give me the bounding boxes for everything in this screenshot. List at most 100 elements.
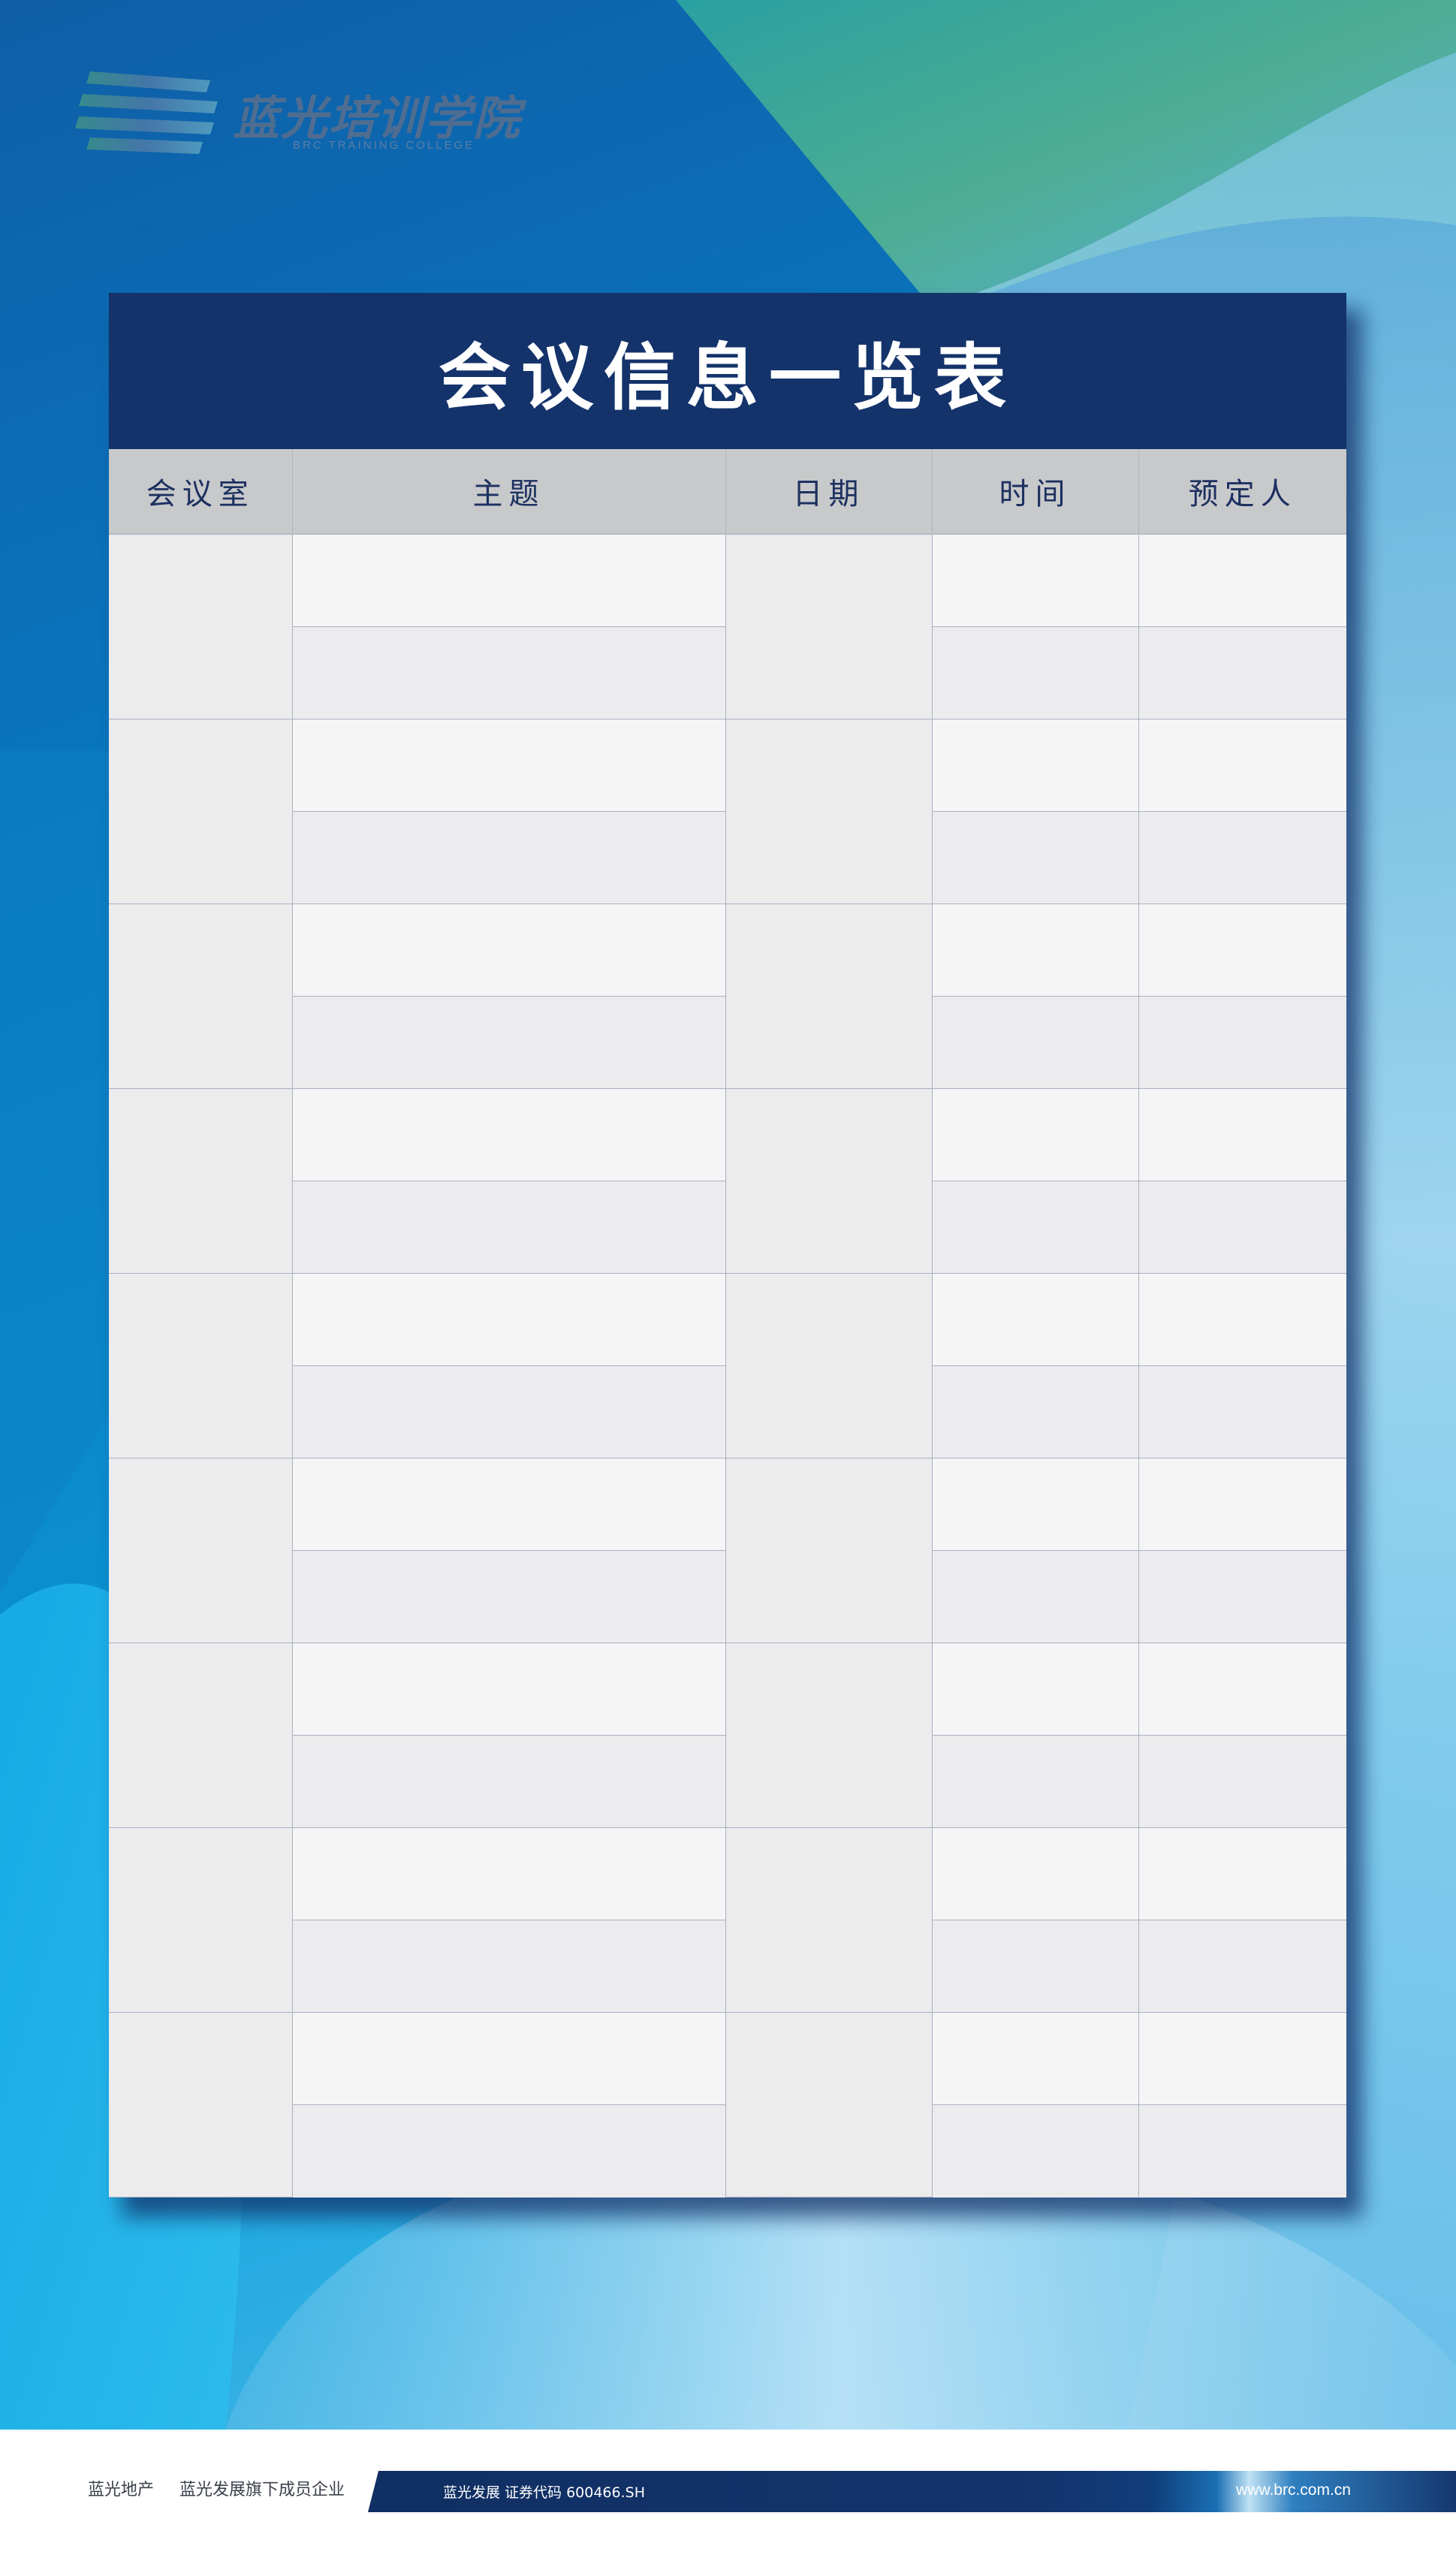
booker-cell[interactable] (1138, 1920, 1346, 2013)
footer: 蓝光地产 蓝光发展旗下成员企业 蓝光发展 证券代码 600466.SH www.b… (0, 2430, 1456, 2555)
table-row (109, 719, 1346, 904)
topic-cell[interactable] (292, 2104, 726, 2197)
meeting-info-board: 会议信息一览表 会议室 主题 日期 时间 预定人 (109, 293, 1346, 2198)
time-cell[interactable] (931, 1181, 1139, 1274)
booker-cell[interactable] (1138, 903, 1346, 997)
time-cell[interactable] (931, 1735, 1139, 1828)
topic-cell[interactable] (292, 1365, 726, 1458)
column-header-date: 日期 (725, 449, 932, 535)
room-cell[interactable] (109, 903, 293, 1089)
table-row (109, 533, 1346, 719)
booker-cell[interactable] (1138, 1735, 1346, 1828)
booker-cell[interactable] (1138, 2104, 1346, 2197)
time-cell[interactable] (931, 533, 1139, 627)
logo-mark-icon (75, 71, 218, 154)
room-cell[interactable] (109, 1827, 293, 2013)
topic-cell[interactable] (291, 903, 726, 997)
date-cell[interactable] (725, 1642, 933, 1828)
time-cell[interactable] (931, 903, 1139, 997)
topic-cell[interactable] (292, 626, 726, 719)
table-row (109, 1642, 1346, 1828)
date-cell[interactable] (725, 533, 933, 719)
date-cell[interactable] (725, 1827, 933, 2013)
topic-cell[interactable] (292, 1181, 726, 1274)
booker-cell[interactable] (1138, 1550, 1346, 1643)
time-cell[interactable] (931, 719, 1139, 812)
time-cell[interactable] (931, 1273, 1139, 1366)
topic-cell[interactable] (291, 719, 726, 812)
schedule-body (109, 533, 1346, 2198)
booker-cell[interactable] (1138, 996, 1346, 1089)
time-cell[interactable] (931, 626, 1139, 719)
booker-cell[interactable] (1138, 1365, 1346, 1458)
topic-cell[interactable] (291, 1642, 726, 1736)
board-title: 会议信息一览表 (439, 335, 1017, 420)
time-cell[interactable] (931, 1920, 1139, 2013)
topic-cell[interactable] (292, 1550, 726, 1643)
booker-cell[interactable] (1138, 1642, 1346, 1736)
room-cell[interactable] (109, 1273, 293, 1458)
time-cell[interactable] (931, 996, 1139, 1089)
table-row (109, 1088, 1346, 1274)
booker-cell[interactable] (1138, 719, 1346, 812)
date-cell[interactable] (725, 2012, 933, 2198)
time-cell[interactable] (931, 1458, 1139, 1551)
table-row (109, 1273, 1346, 1458)
logo-name-en: BRC TRAINING COLLEGE (293, 139, 475, 152)
footer-url: www.brc.com.cn (1236, 2481, 1351, 2499)
time-cell[interactable] (931, 811, 1139, 904)
column-header-time: 时间 (931, 449, 1138, 535)
topic-cell[interactable] (291, 1088, 726, 1181)
topic-cell[interactable] (292, 996, 726, 1089)
booker-cell[interactable] (1138, 1273, 1346, 1366)
room-cell[interactable] (109, 533, 293, 719)
booker-cell[interactable] (1138, 533, 1346, 627)
footer-bar: 蓝光发展 证券代码 600466.SH www.brc.com.cn (368, 2471, 1456, 2512)
date-cell[interactable] (725, 1458, 933, 1643)
room-cell[interactable] (109, 719, 293, 904)
footer-stock: 蓝光发展 证券代码 600466.SH (443, 2484, 645, 2501)
logo: 蓝光培训学院 BRC TRAINING COLLEGE (75, 64, 526, 161)
column-header-row: 会议室 主题 日期 时间 预定人 (109, 449, 1346, 535)
table-row (109, 2012, 1346, 2198)
date-cell[interactable] (725, 903, 933, 1089)
topic-cell[interactable] (291, 533, 726, 627)
topic-cell[interactable] (292, 811, 726, 904)
time-cell[interactable] (931, 1365, 1139, 1458)
footer-left: 蓝光地产 蓝光发展旗下成员企业 (88, 2476, 345, 2500)
room-cell[interactable] (109, 1458, 293, 1643)
topic-cell[interactable] (291, 1273, 726, 1366)
booker-cell[interactable] (1138, 811, 1346, 904)
time-cell[interactable] (931, 1642, 1139, 1736)
date-cell[interactable] (725, 1273, 933, 1458)
topic-cell[interactable] (291, 2012, 726, 2105)
time-cell[interactable] (931, 1827, 1139, 1920)
time-cell[interactable] (931, 2012, 1139, 2105)
booker-cell[interactable] (1138, 2012, 1346, 2105)
board-header: 会议信息一览表 (109, 293, 1346, 449)
booker-cell[interactable] (1138, 1181, 1346, 1274)
room-cell[interactable] (109, 2012, 293, 2198)
table-row (109, 1827, 1346, 2013)
room-cell[interactable] (109, 1088, 293, 1274)
topic-cell[interactable] (292, 1920, 726, 2013)
date-cell[interactable] (725, 719, 933, 904)
booker-cell[interactable] (1138, 1088, 1346, 1181)
time-cell[interactable] (931, 1088, 1139, 1181)
room-cell[interactable] (109, 1642, 293, 1828)
time-cell[interactable] (931, 1550, 1139, 1643)
table-row (109, 1458, 1346, 1643)
time-cell[interactable] (931, 2104, 1139, 2197)
footer-tagline: 蓝光发展旗下成员企业 (179, 2481, 345, 2499)
booker-cell[interactable] (1138, 1827, 1346, 1920)
booker-cell[interactable] (1138, 1458, 1346, 1551)
topic-cell[interactable] (291, 1827, 726, 1920)
date-cell[interactable] (725, 1088, 933, 1274)
topic-cell[interactable] (291, 1458, 726, 1551)
footer-company: 蓝光地产 (88, 2481, 155, 2499)
column-header-room: 会议室 (109, 449, 292, 535)
column-header-booker: 预定人 (1138, 449, 1346, 535)
logo-name-cn: 蓝光培训学院 (233, 91, 522, 146)
booker-cell[interactable] (1138, 626, 1346, 719)
topic-cell[interactable] (292, 1735, 726, 1828)
